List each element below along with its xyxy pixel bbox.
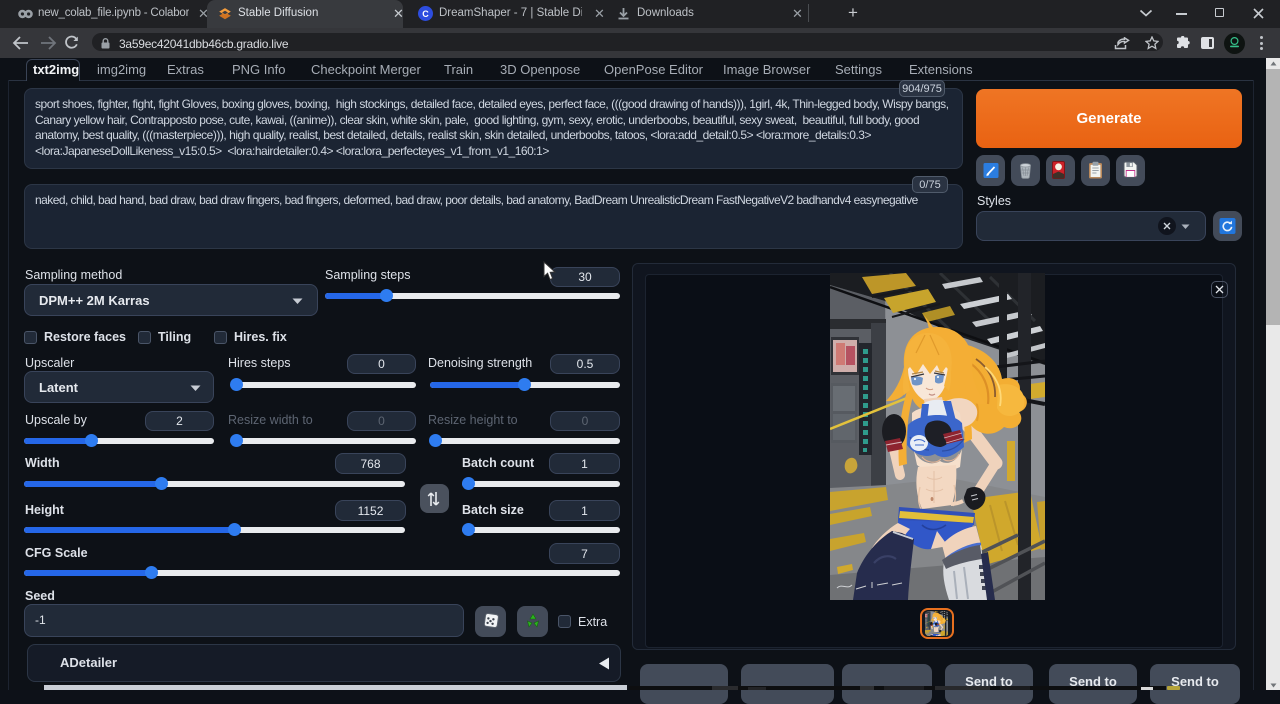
svg-text:C: C [422, 9, 429, 19]
